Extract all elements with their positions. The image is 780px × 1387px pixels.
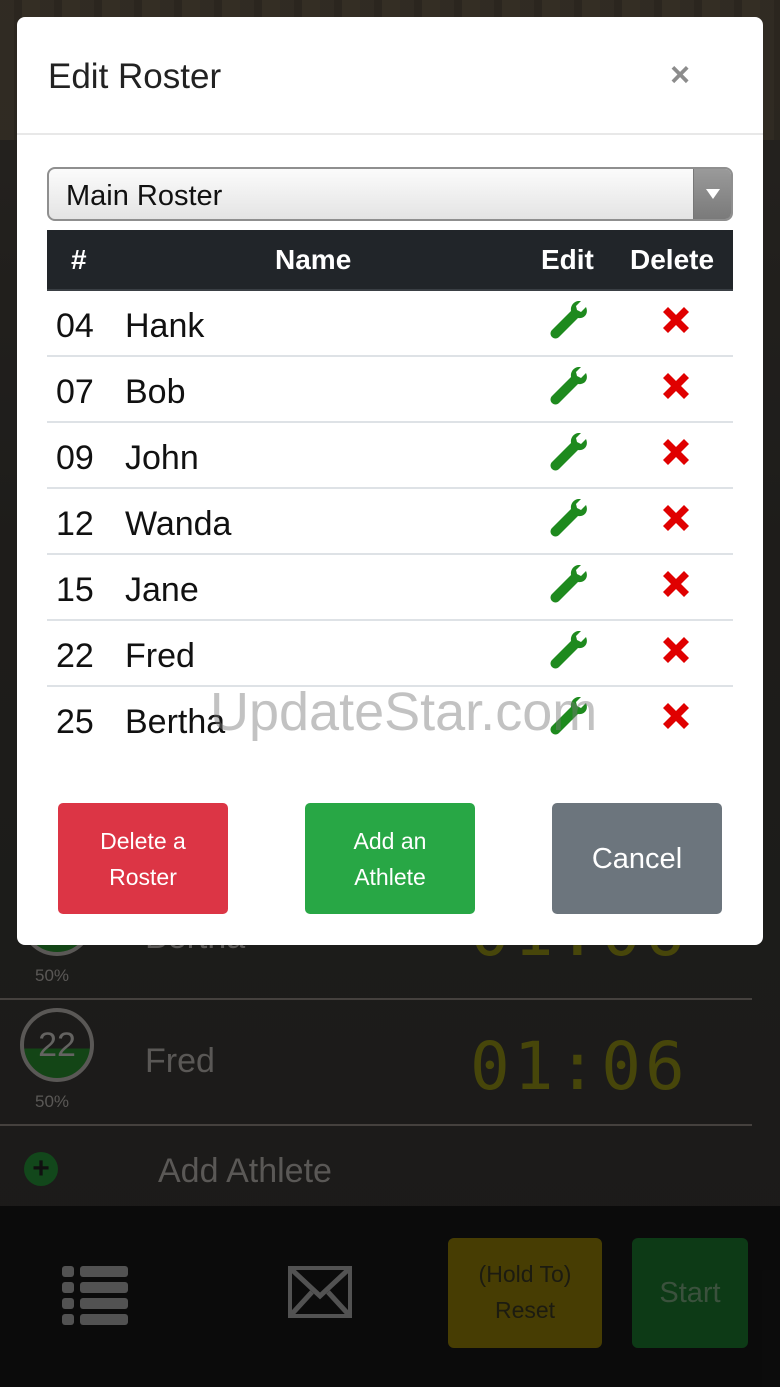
athlete-name: John <box>125 439 199 477</box>
add-athlete-label-line2: Athlete <box>354 863 426 890</box>
athlete-name: Wanda <box>125 505 232 543</box>
delete-x-icon[interactable] <box>659 303 693 337</box>
athlete-name: Bob <box>125 373 186 411</box>
delete-x-icon[interactable] <box>659 435 693 469</box>
roster-select-value: Main Roster <box>66 180 223 212</box>
table-header: # Name Edit Delete <box>47 230 733 291</box>
add-athlete-button[interactable]: Add an Athlete <box>305 803 475 914</box>
delete-x-icon[interactable] <box>659 369 693 403</box>
delete-roster-label-line1: Delete a <box>100 827 186 854</box>
modal-title: Edit Roster <box>48 57 222 96</box>
roster-select[interactable]: Main Roster <box>47 167 733 221</box>
table-row: 09 John <box>47 423 733 489</box>
athlete-name: Hank <box>125 307 205 345</box>
header-delete: Delete <box>630 244 715 275</box>
athlete-number: 22 <box>56 637 94 675</box>
table-row: 15 Jane <box>47 555 733 621</box>
wrench-icon[interactable] <box>549 498 589 539</box>
table-row: 25 Bertha <box>47 687 733 753</box>
wrench-icon[interactable] <box>549 366 589 407</box>
wrench-icon[interactable] <box>549 432 589 473</box>
modal-header: Edit Roster × <box>17 17 763 135</box>
header-number: # <box>71 244 87 275</box>
cancel-button[interactable]: Cancel <box>552 803 722 914</box>
delete-roster-button[interactable]: Delete a Roster <box>58 803 228 914</box>
wrench-icon[interactable] <box>549 564 589 605</box>
athlete-number: 09 <box>56 439 94 477</box>
athlete-number: 15 <box>56 571 94 609</box>
header-edit: Edit <box>541 244 594 275</box>
athlete-number: 04 <box>56 307 94 345</box>
athlete-number: 25 <box>56 703 94 741</box>
table-row: 22 Fred <box>47 621 733 687</box>
delete-x-icon[interactable] <box>659 567 693 601</box>
athlete-name: Jane <box>125 571 199 609</box>
delete-x-icon[interactable] <box>659 699 693 733</box>
add-athlete-label-line1: Add an <box>353 827 427 854</box>
table-row: 07 Bob <box>47 357 733 423</box>
delete-x-icon[interactable] <box>659 633 693 667</box>
roster-table: # Name Edit Delete 04 Hank 07 Bob 09 John 12 Wa… <box>47 230 733 753</box>
table-row: 04 Hank <box>47 291 733 357</box>
athlete-number: 12 <box>56 505 94 543</box>
header-name: Name <box>275 244 352 275</box>
wrench-icon[interactable] <box>549 696 589 737</box>
edit-roster-modal: Edit Roster × Main Roster # Name Edit De… <box>17 17 763 945</box>
delete-roster-label-line2: Roster <box>109 863 177 890</box>
athlete-name: Fred <box>125 637 195 675</box>
wrench-icon[interactable] <box>549 630 589 671</box>
delete-x-icon[interactable] <box>659 501 693 535</box>
table-row: 12 Wanda <box>47 489 733 555</box>
close-icon[interactable]: × <box>663 55 697 95</box>
athlete-number: 07 <box>56 373 94 411</box>
athlete-name: Bertha <box>125 703 226 741</box>
wrench-icon[interactable] <box>549 300 589 341</box>
chevron-down-icon <box>693 169 731 219</box>
